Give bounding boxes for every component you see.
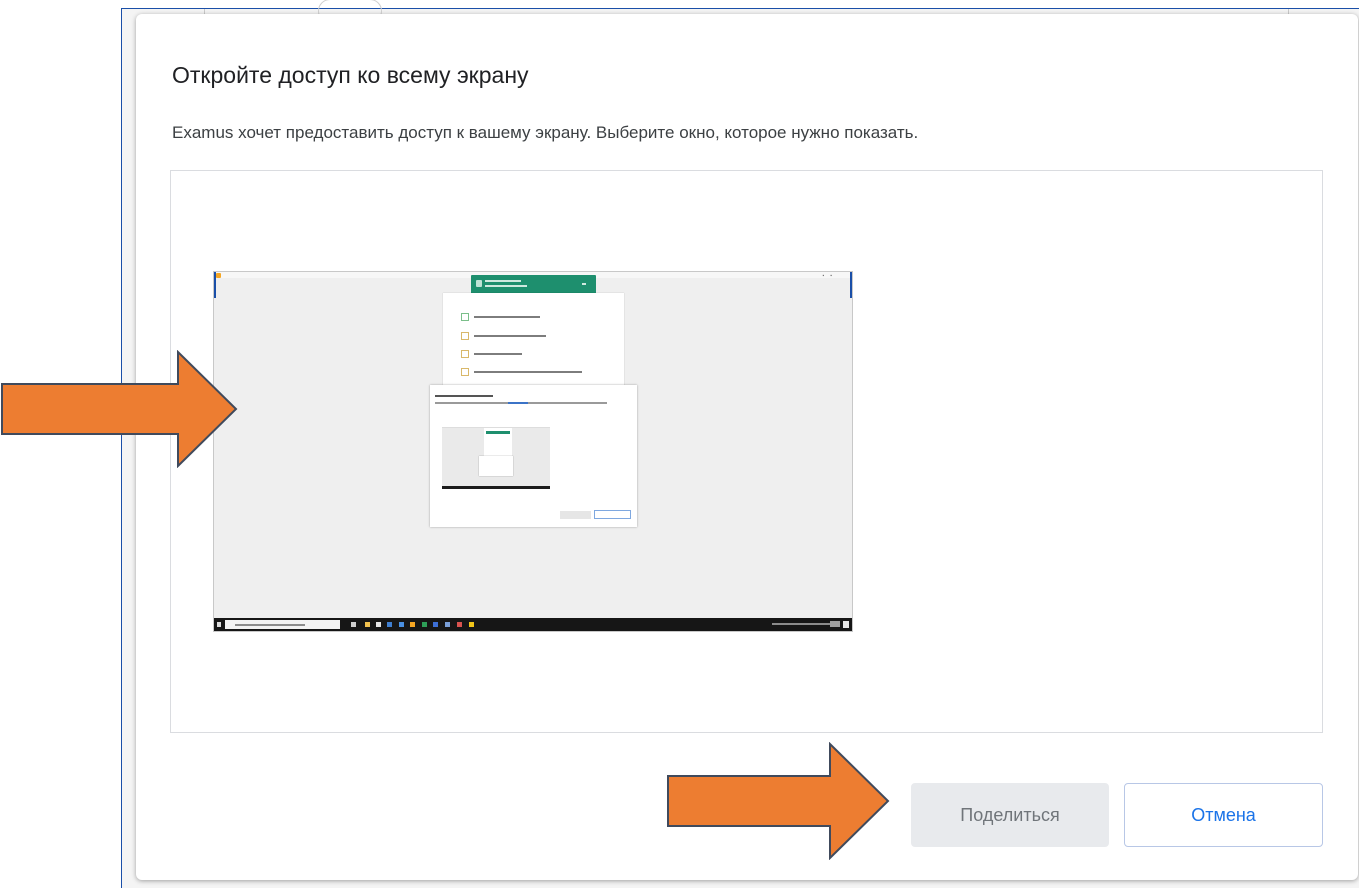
taskbar-app-icon xyxy=(422,622,427,627)
taskbar-tray xyxy=(772,623,832,625)
thumb-app-icon xyxy=(216,273,221,278)
taskbar-app-icon xyxy=(457,622,462,627)
thumb-menu-item xyxy=(461,313,601,321)
thumb-nested-taskbar xyxy=(442,486,550,489)
thumb-text-line xyxy=(485,280,521,282)
annotation-arrow-right-icon xyxy=(1,350,238,468)
thumb-cancel-button xyxy=(594,510,631,519)
taskbar-app-icon xyxy=(351,622,356,627)
thumb-extension-icon xyxy=(476,280,482,287)
thumb-nested-preview xyxy=(442,427,550,489)
thumb-window-controls: ▪▪ xyxy=(822,273,838,279)
notification-icon xyxy=(843,621,849,628)
dialog-description: Examus хочет предоставить доступ к вашем… xyxy=(172,123,919,142)
thumb-menu-item xyxy=(461,350,601,358)
thumb-text-line xyxy=(485,285,527,287)
thumb-window-edge xyxy=(214,272,216,298)
taskbar-app-icon xyxy=(399,622,404,627)
windows-start-icon xyxy=(217,622,221,627)
thumb-nested-dialog xyxy=(479,456,513,476)
taskbar-app-icon xyxy=(445,622,450,627)
taskbar-clock xyxy=(830,621,840,627)
taskbar-app-icon xyxy=(410,622,415,627)
thumb-menu-icon xyxy=(461,332,469,340)
taskbar-app-icon xyxy=(433,622,438,627)
thumb-text-line xyxy=(474,371,582,373)
thumb-window-edge xyxy=(850,272,852,298)
taskbar-app-icon xyxy=(469,622,474,627)
thumb-text-line xyxy=(235,624,305,626)
thumb-menu-item xyxy=(461,332,601,340)
thumb-text-line xyxy=(474,335,546,337)
thumb-text-line xyxy=(474,353,522,355)
cancel-button[interactable]: Отмена xyxy=(1124,783,1323,847)
thumb-menu-icon xyxy=(461,313,469,321)
dialog-title: Откройте доступ ко всему экрану xyxy=(172,62,529,88)
thumb-menu-icon xyxy=(461,350,469,358)
thumb-menu-item xyxy=(461,368,601,376)
taskbar-app-icon xyxy=(387,622,392,627)
thumb-text-line xyxy=(435,395,493,397)
taskbar-app-icon xyxy=(376,622,381,627)
thumb-taskbar-search xyxy=(225,620,340,629)
annotation-arrow-right-icon xyxy=(667,742,890,860)
screen-list-panel: ▪▪ xyxy=(170,170,1323,733)
taskbar-app-icon xyxy=(365,622,370,627)
thumb-extension-menu xyxy=(443,293,624,393)
thumb-link-line xyxy=(508,402,528,404)
thumb-menu-icon xyxy=(461,368,469,376)
thumb-nested-menu xyxy=(484,428,512,458)
thumb-text-line xyxy=(474,316,540,318)
thumb-taskbar xyxy=(214,618,852,631)
thumb-chevron-icon xyxy=(582,283,586,285)
thumb-share-button xyxy=(560,511,591,519)
share-button[interactable]: Поделиться xyxy=(911,783,1109,847)
thumb-share-dialog xyxy=(430,385,637,527)
screen-thumbnail[interactable]: ▪▪ xyxy=(213,271,853,632)
thumb-extension-header xyxy=(471,275,596,295)
thumb-nested-header xyxy=(486,431,510,434)
